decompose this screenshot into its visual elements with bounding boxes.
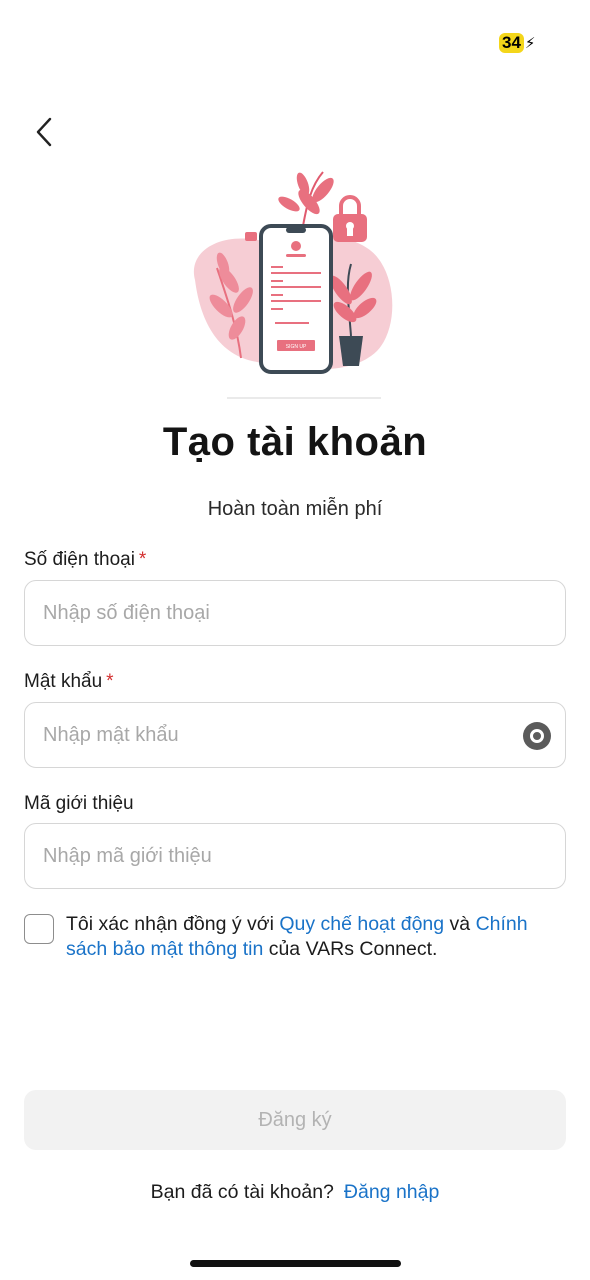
login-prompt: Bạn đã có tài khoản? Đăng nhập [0,1181,590,1204]
referral-label-text: Mã giới thiệu [24,793,134,814]
agreement-suffix: của VARs Connect. [263,938,438,960]
page-subtitle: Hoàn toàn miễn phí [207,498,383,520]
hero-button-caption: SIGN UP [286,344,307,350]
agreement-text: Tôi xác nhận đồng ý với Quy chế hoạt độn… [66,912,566,962]
referral-field[interactable] [24,823,566,889]
login-link[interactable]: Đăng nhập [344,1181,439,1203]
home-indicator[interactable] [190,1260,401,1267]
required-mark: * [138,549,147,570]
eye-icon[interactable] [523,722,551,750]
chevron-left-icon [36,117,52,147]
status-bar: 34 ⚡ [0,0,590,80]
required-mark: * [106,671,114,692]
battery-level: 34 [499,33,524,53]
back-button[interactable] [24,112,64,152]
referral-label: Mã giới thiệu [24,793,134,815]
phone-field[interactable] [24,580,566,646]
page-title: Tạo tài khoản [162,420,428,464]
referral-input[interactable] [43,824,513,888]
agreement-prefix: Tôi xác nhận đồng ý với [66,913,280,935]
charging-bolt-icon: ⚡ [524,35,536,52]
agreement-checkbox[interactable] [24,914,54,944]
password-input[interactable] [43,703,513,767]
hero-illustration: SIGN UP [185,168,407,404]
password-label-text: Mật khẩu [24,671,103,692]
terms-link[interactable]: Quy chế hoạt động [279,913,444,935]
register-button[interactable]: Đăng ký [24,1090,566,1150]
phone-label-text: Số điện thoại [24,549,135,570]
login-question: Bạn đã có tài khoản? [150,1181,334,1203]
battery-indicator: 34 ⚡ [499,33,535,53]
phone-input[interactable] [43,581,513,645]
password-label: Mật khẩu * [24,671,114,693]
password-field[interactable] [24,702,566,768]
phone-label: Số điện thoại * [24,549,146,571]
agreement-middle: và [444,913,476,935]
